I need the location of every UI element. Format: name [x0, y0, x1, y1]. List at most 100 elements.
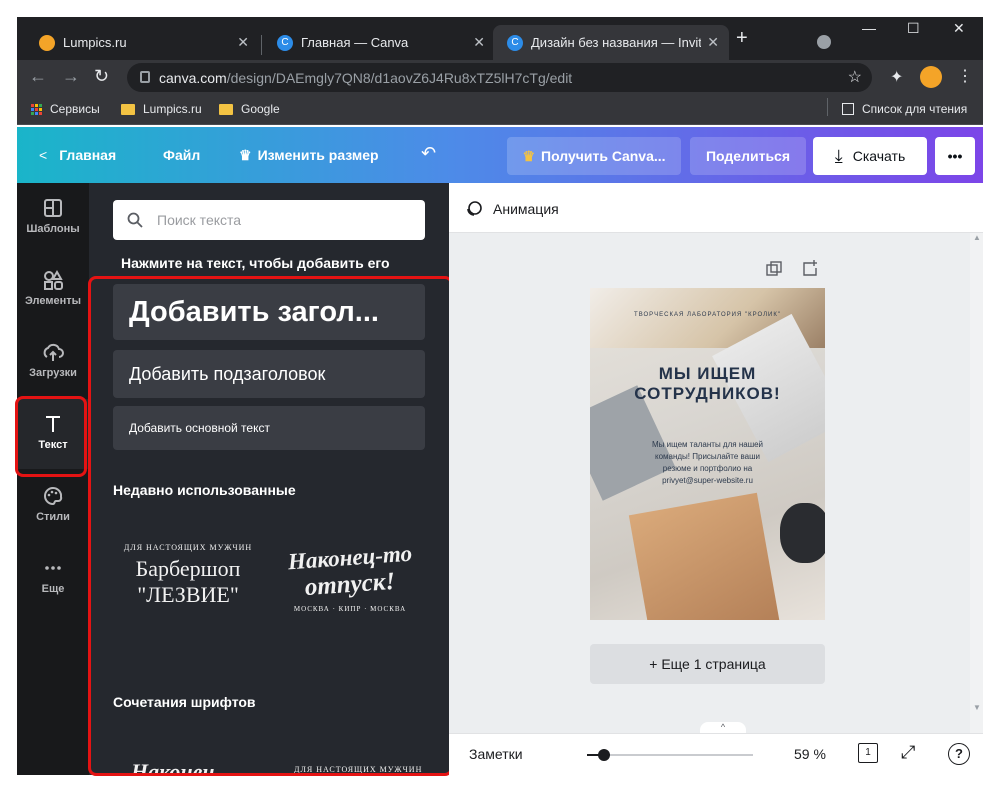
get-pro-label: Получить Canva...	[541, 148, 666, 164]
more-options-button[interactable]: •••	[935, 137, 975, 175]
elements-icon	[44, 269, 63, 290]
add-page-button[interactable]: + Еще 1 страница	[590, 644, 825, 684]
file-menu[interactable]: Файл	[163, 147, 200, 163]
zoom-level[interactable]: 59 %	[794, 746, 826, 762]
get-pro-button[interactable]: ♛ Получить Canva...	[507, 137, 681, 175]
photo-paper-bag	[628, 492, 782, 620]
search-placeholder: Поиск текста	[157, 212, 242, 228]
browser-menu-icon[interactable]: ⋮	[957, 66, 973, 86]
maximize-window-icon[interactable]: ☐	[907, 20, 920, 37]
crown-icon: ♛	[239, 147, 252, 163]
resize-button[interactable]: ♛ Изменить размер	[239, 147, 379, 164]
canvas-toolbar: Анимация	[449, 183, 983, 233]
apps-grid-icon	[31, 103, 42, 115]
home-label: Главная	[59, 147, 117, 163]
fullscreen-icon[interactable]: ⤢	[901, 742, 915, 763]
design-body-2: команды! Присылайте ваши	[654, 452, 760, 461]
design-lab-text: ТВОРЧЕСКАЯ ЛАБОРАТОРИЯ "КРОЛИК"	[634, 312, 781, 318]
undo-icon[interactable]: ↶	[421, 143, 436, 164]
bookmark-services[interactable]: Сервисы	[31, 102, 100, 116]
url-input[interactable]: canva.com/design/DAEmgly7QN8/d1aovZ6J4Ru…	[127, 63, 872, 92]
reload-icon[interactable]: ↻	[94, 66, 109, 87]
zoom-slider[interactable]	[587, 749, 753, 761]
rail-item-more[interactable]: Еще	[17, 543, 89, 613]
profile-avatar[interactable]	[920, 66, 942, 88]
tab-title: Дизайн без названия — Invitat	[531, 35, 701, 50]
chevron-left-icon: <	[39, 147, 48, 163]
notes-button[interactable]: Заметки	[469, 746, 523, 762]
bookmark-label: Google	[241, 102, 280, 116]
tab-title: Lumpics.ru	[63, 35, 127, 50]
design-body-3: резюме и портфолио на	[662, 464, 753, 473]
rail-label: Шаблоны	[26, 223, 80, 235]
reading-list-button[interactable]: Список для чтения	[842, 102, 967, 116]
close-tab-icon[interactable]: ✕	[707, 34, 719, 51]
lumpics-favicon-icon	[39, 34, 55, 51]
upload-icon	[43, 343, 64, 361]
zoom-slider-knob[interactable]	[597, 749, 610, 761]
more-icon	[45, 566, 61, 570]
editor-footer: Заметки 59 % 1 ⤢ ?	[449, 733, 983, 775]
back-arrow-icon[interactable]: ←	[29, 66, 47, 87]
folder-icon	[219, 103, 233, 115]
bookmark-label: Lumpics.ru	[143, 102, 202, 116]
browser-tab-design[interactable]: C Дизайн без названия — Invitat ✕	[493, 25, 729, 60]
resize-label: Изменить размер	[257, 147, 379, 163]
left-rail: Шаблоны Элементы Загрузки Текст Стили Ещ…	[17, 183, 89, 775]
share-button[interactable]: Поделиться	[690, 137, 806, 175]
scroll-down-icon[interactable]: ▼	[973, 703, 981, 712]
tab-search-icon[interactable]	[817, 35, 831, 49]
design-page[interactable]: ТВОРЧЕСКАЯ ЛАБОРАТОРИЯ "КРОЛИК" МЫ ИЩЕМ …	[590, 288, 825, 620]
rail-label: Элементы	[24, 295, 82, 307]
extensions-puzzle-icon[interactable]: ✦	[890, 67, 903, 87]
rail-item-templates[interactable]: Шаблоны	[17, 183, 89, 253]
browser-tab-bar: Lumpics.ru ✕ C Главная — Canva ✕ C Дизай…	[17, 17, 983, 60]
close-tab-icon[interactable]: ✕	[473, 34, 485, 51]
help-icon[interactable]: ?	[948, 743, 970, 765]
tab-separator	[261, 35, 262, 55]
rail-label: Стили	[36, 511, 70, 523]
design-body-4: privyet@super-website.ru	[662, 476, 753, 485]
close-tab-icon[interactable]: ✕	[237, 34, 249, 51]
animation-label: Анимация	[493, 201, 559, 217]
bookmark-star-icon[interactable]: ☆	[848, 67, 862, 87]
url-host: canva.com	[159, 69, 227, 86]
text-search-input[interactable]: Поиск текста	[113, 200, 425, 240]
rail-item-elements[interactable]: Элементы	[17, 255, 89, 325]
canva-favicon-icon: C	[277, 34, 293, 51]
forward-arrow-icon[interactable]: →	[62, 66, 80, 87]
add-page-icon[interactable]	[802, 260, 818, 276]
duplicate-page-icon[interactable]	[766, 261, 782, 277]
browser-tab-canva-home[interactable]: C Главная — Canva ✕	[263, 25, 495, 60]
browser-tab-lumpics[interactable]: Lumpics.ru ✕	[25, 25, 259, 60]
close-window-icon[interactable]: ✕	[953, 20, 965, 37]
rail-label: Загрузки	[29, 367, 77, 379]
rail-item-styles[interactable]: Стили	[17, 471, 89, 541]
reading-list-icon	[842, 103, 854, 115]
url-path: /design/DAEmgly7QN8/d1aovZ6J4Ru8xTZ5lH7c…	[226, 69, 573, 86]
bookmarks-bar: Сервисы Lumpics.ru Google Список для чте…	[17, 94, 983, 125]
design-title-1: МЫ ИЩЕМ	[658, 364, 757, 383]
reading-list-label: Список для чтения	[862, 102, 968, 116]
address-bar-row: ← → ↻ canva.com/design/DAEmgly7QN8/d1aov…	[17, 60, 983, 94]
bookmark-google[interactable]: Google	[219, 102, 280, 116]
home-link[interactable]: < Главная	[39, 147, 116, 163]
scroll-up-icon[interactable]: ▲	[973, 233, 981, 242]
photo-mouse	[780, 503, 825, 563]
templates-icon	[44, 199, 62, 217]
bookmark-lumpics[interactable]: Lumpics.ru	[121, 102, 202, 116]
bookmark-divider	[827, 98, 828, 116]
download-button[interactable]: ⤓ Скачать	[813, 137, 927, 175]
new-tab-button[interactable]: +	[736, 27, 748, 50]
bookmark-label: Сервисы	[50, 102, 100, 116]
page-count-button[interactable]: 1	[858, 743, 878, 763]
minimize-window-icon[interactable]: —	[862, 20, 876, 36]
rail-item-uploads[interactable]: Загрузки	[17, 327, 89, 397]
design-body-1: Мы ищем таланты для нашей	[651, 440, 764, 449]
highlight-text-panel	[88, 276, 453, 776]
animation-button[interactable]: Анимация	[465, 200, 559, 218]
vertical-scrollbar[interactable]: ▲ ▼	[970, 233, 983, 733]
panel-hint: Нажмите на текст, чтобы добавить его	[121, 255, 390, 271]
search-icon	[127, 212, 143, 228]
animation-icon	[467, 201, 482, 216]
